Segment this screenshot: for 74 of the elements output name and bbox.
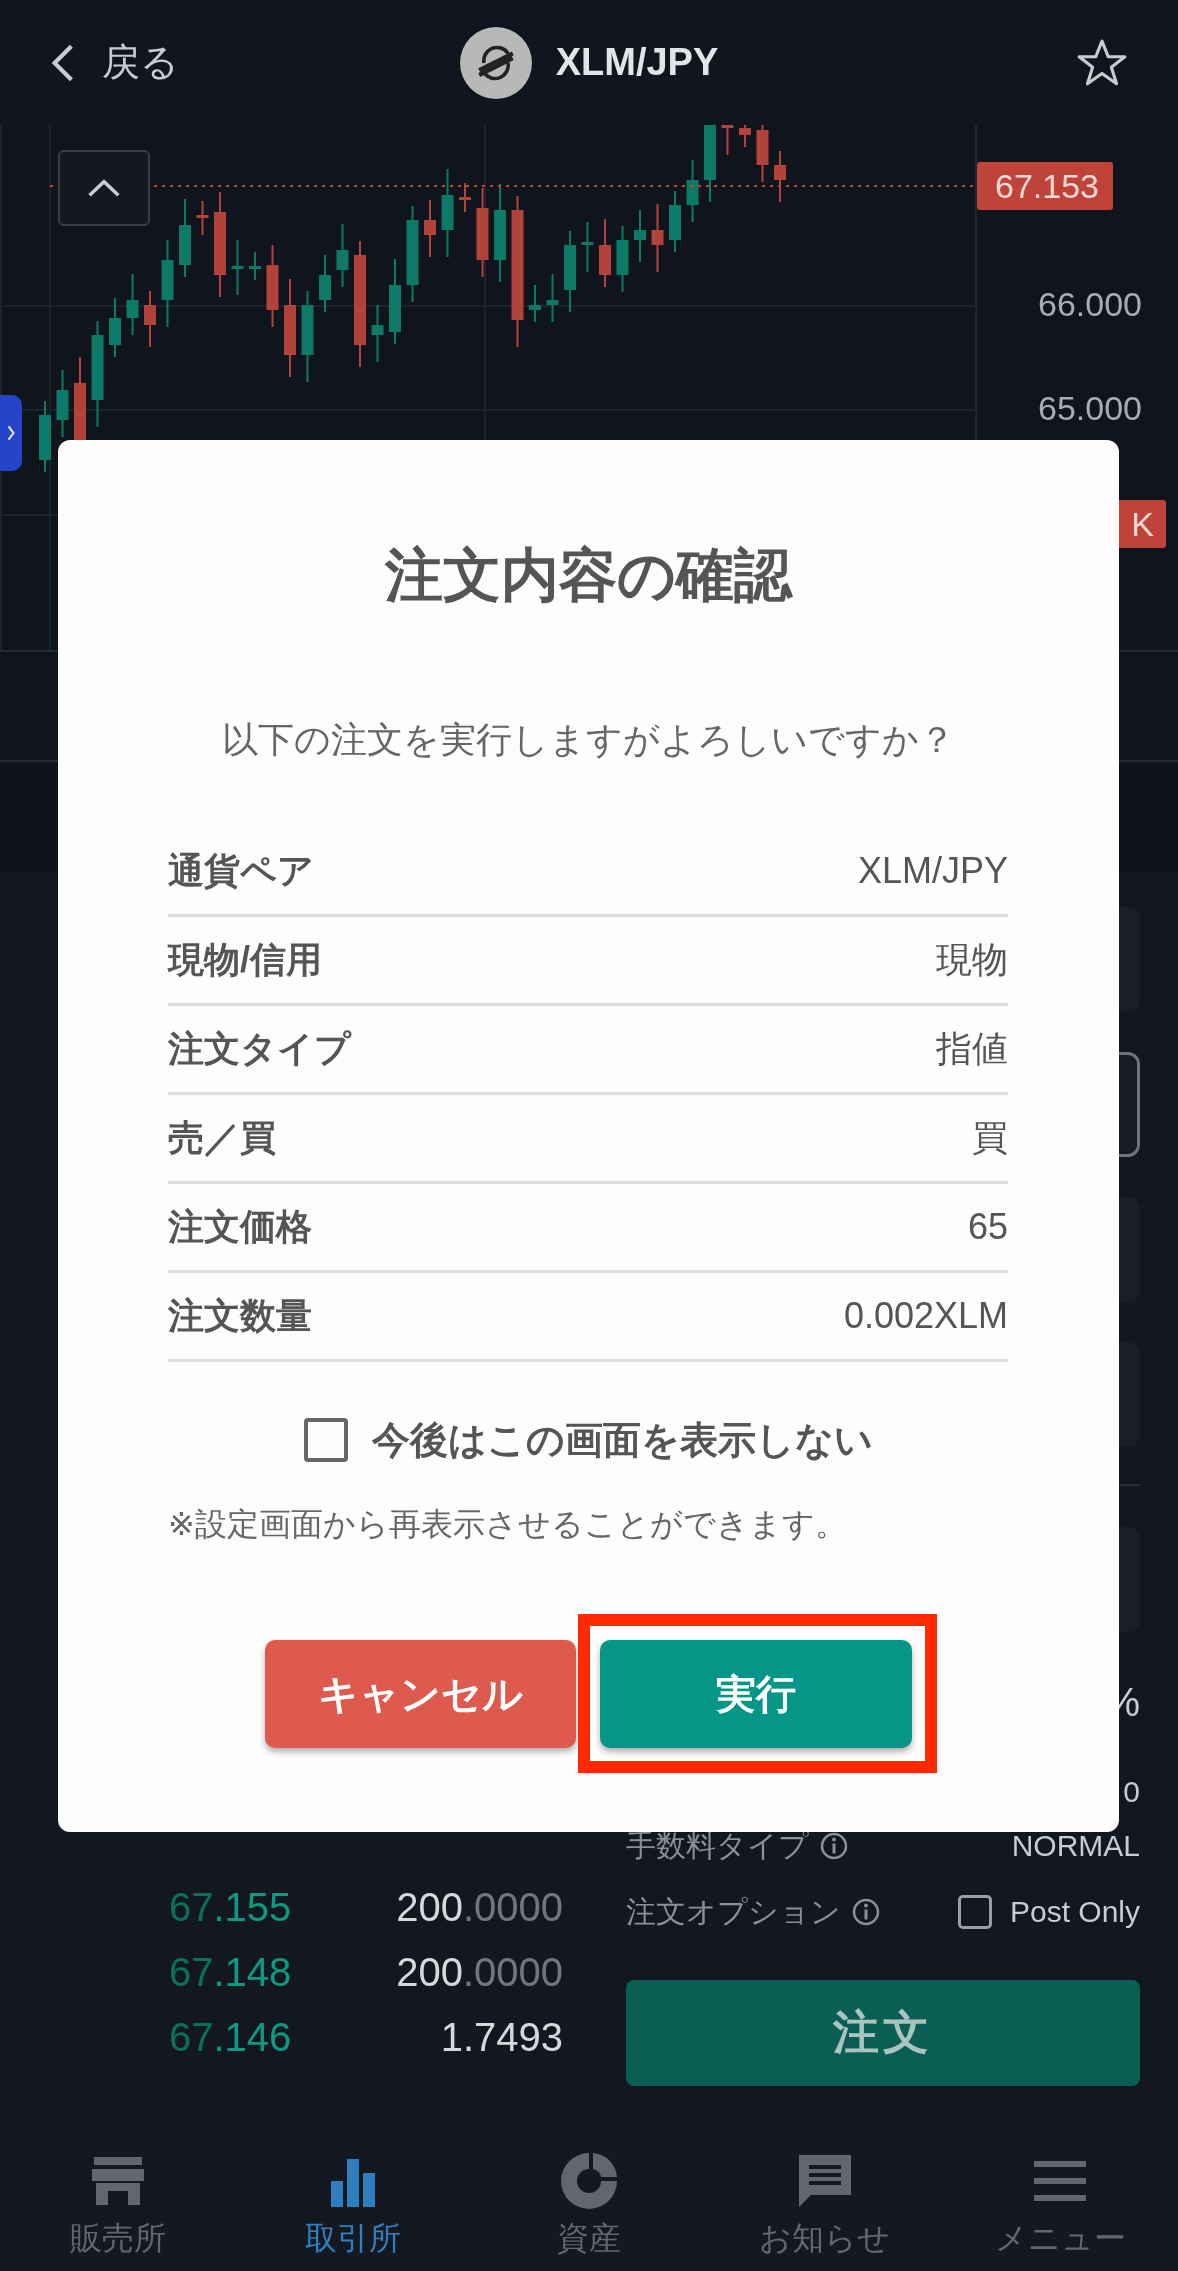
row-value: 65 (967, 1206, 1008, 1248)
pie-chart-icon (559, 2150, 619, 2211)
fee-type-value: NORMAL (1011, 1829, 1140, 1863)
fee-type-label: 手数料タイプ (626, 1827, 809, 1864)
candle (336, 223, 349, 288)
candle (529, 284, 541, 323)
row-value: 買 (972, 1115, 1008, 1160)
collapse-button[interactable] (58, 150, 150, 226)
candle (599, 218, 611, 288)
candle (424, 199, 436, 258)
candle (319, 254, 331, 313)
currency-pair-title: XLM/JPY (555, 41, 719, 84)
dont-show-checkbox[interactable] (303, 1418, 348, 1462)
row-value: 現物 (936, 937, 1008, 982)
candle (56, 369, 69, 438)
row-value: XLM/JPY (857, 850, 1008, 892)
candle (109, 297, 121, 358)
dialog-message: 以下の注文を実行しますがよろしいですか？ (220, 718, 956, 762)
candle (231, 239, 244, 296)
candle (634, 209, 646, 263)
chevron-right-icon (6, 423, 16, 443)
row-label: 注文タイプ (168, 1026, 351, 1071)
candle (616, 225, 629, 293)
info-icon[interactable] (819, 1831, 849, 1861)
row-label: 注文数量 (168, 1293, 312, 1338)
nav-tab[interactable]: 取引所 (235, 2140, 472, 2271)
post-only-label: Post Only (1009, 1895, 1140, 1929)
row-label: 通貨ペア (168, 848, 314, 893)
candle (459, 182, 471, 213)
coin-icon (459, 26, 532, 99)
chevron-up-icon (86, 177, 122, 199)
candle (739, 125, 751, 148)
row-label: 売／買 (168, 1115, 276, 1160)
price-axis-label: 65.000 (1038, 388, 1142, 429)
candle (651, 203, 664, 273)
execute-button[interactable]: 実行 (599, 1640, 912, 1748)
candle (371, 304, 384, 363)
nav-tab[interactable]: 資産 (471, 2140, 707, 2271)
candle (774, 150, 786, 203)
order-button[interactable]: 注文 (626, 1980, 1140, 2086)
back-button[interactable]: 戻る (50, 37, 179, 88)
bid-amount: 200.0000 (396, 1950, 563, 1995)
row-label: 注文価格 (168, 1204, 312, 1249)
post-only-checkbox[interactable] (957, 1895, 992, 1929)
candle (756, 125, 769, 183)
price-axis-label: 66.000 (1038, 284, 1142, 325)
candle (721, 125, 734, 156)
dialog-title: 注文内容の確認 (383, 541, 794, 609)
candle (581, 221, 594, 273)
row-value: 指値 (936, 1026, 1008, 1071)
candle (196, 200, 209, 236)
candle (686, 159, 699, 223)
candle (669, 190, 681, 253)
candle (144, 290, 156, 348)
bid-price: 67.155 (169, 1885, 292, 1930)
nav-tab[interactable]: お知らせ (706, 2140, 943, 2271)
cancel-button[interactable]: キャンセル (264, 1640, 576, 1748)
fee-value: 0 (1123, 1774, 1140, 1810)
candle (546, 273, 559, 323)
nav-tab[interactable]: 販売所 (0, 2140, 236, 2271)
bid-amount: 1.7493 (440, 2015, 563, 2060)
dont-show-label[interactable]: 今後はこの画面を表示しない (371, 1414, 873, 1466)
candle (126, 273, 139, 336)
bid-price: 67.146 (169, 2015, 292, 2060)
bid-amount: 200.0000 (396, 1885, 563, 1930)
order-option-label: 注文オプション (626, 1893, 841, 1930)
bid-price: 67.148 (169, 1950, 292, 1995)
row-label: 現物/信用 (168, 937, 322, 982)
row-value: 0.002XLM (843, 1295, 1008, 1337)
candle (249, 251, 261, 281)
current-price-tag: 67.153 (977, 162, 1113, 210)
side-panel-tab[interactable] (0, 395, 22, 471)
dialog-note: ※設定画面から再表示させることができます。 (168, 1505, 848, 1544)
nav-tab[interactable]: メニュー (942, 2140, 1178, 2271)
